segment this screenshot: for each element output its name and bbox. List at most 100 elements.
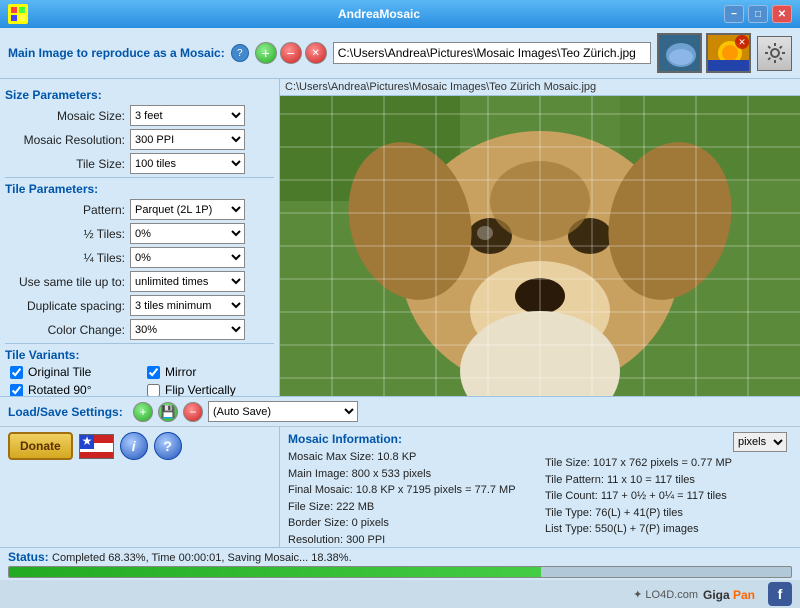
mirror-row: Mirror — [147, 365, 274, 379]
mosaic-image-area — [280, 96, 800, 396]
mosaic-resolution-row: Mosaic Resolution: 300 PPI — [5, 129, 274, 150]
pattern-row: Pattern: Parquet (2L 1P) — [5, 199, 274, 220]
thumbnail-1[interactable] — [657, 33, 702, 73]
close-button[interactable]: ✕ — [772, 5, 792, 23]
mirror-label: Mirror — [165, 365, 196, 379]
flag-button[interactable]: ★ — [79, 434, 114, 459]
info-line-3: Final Mosaic: 10.8 KP x 7195 pixels = 77… — [288, 482, 535, 499]
app-icon — [8, 4, 28, 24]
tile-size-row: Tile Size: 100 tiles — [5, 153, 274, 174]
right-info-line-2: Tile Pattern: 11 x 10 = 117 tiles — [545, 472, 792, 489]
save-settings-button[interactable]: 💾 — [158, 402, 178, 422]
use-same-tile-select[interactable]: unlimited times — [130, 271, 245, 292]
pattern-select[interactable]: Parquet (2L 1P) — [130, 199, 245, 220]
mosaic-path-bar: C:\Users\Andrea\Pictures\Mosaic Images\T… — [280, 79, 800, 96]
use-same-tile-row: Use same tile up to: unlimited times — [5, 271, 274, 292]
mosaic-resolution-label: Mosaic Resolution: — [5, 133, 125, 147]
rotated90-label: Rotated 90° — [28, 383, 92, 396]
separator-1 — [5, 177, 274, 178]
main-container: Main Image to reproduce as a Mosaic: ? +… — [0, 28, 800, 608]
progress-bar-container — [8, 566, 792, 578]
status-bar: Status: Completed 68.33%, Time 00:00:01,… — [0, 547, 800, 580]
status-text: Completed 68.33%, Time 00:00:01, Saving … — [52, 552, 352, 564]
mosaic-size-label: Mosaic Size: — [5, 109, 125, 123]
help-icon[interactable]: ? — [231, 44, 249, 62]
thumbnail-close-overlay[interactable]: ✕ — [735, 35, 749, 49]
info-line-5: Border Size: 0 pixels — [288, 515, 535, 532]
filepath-input[interactable] — [333, 42, 651, 64]
minimize-button[interactable]: − — [724, 5, 744, 23]
tile-size-select[interactable]: 100 tiles — [130, 153, 245, 174]
original-tile-label: Original Tile — [28, 365, 91, 379]
right-info-line-5: List Type: 550(L) + 7(P) images — [545, 521, 792, 538]
quarter-tiles-select[interactable]: 0% — [130, 247, 245, 268]
titlebar: AndreaMosaic − □ ✕ — [0, 0, 800, 28]
rotated90-checkbox[interactable] — [10, 384, 23, 397]
action-buttons-row: Donate ★ i ? — [8, 432, 271, 460]
duplicate-spacing-select[interactable]: 3 tiles minimum — [130, 295, 245, 316]
content-area: Size Parameters: Mosaic Size: 3 feet Mos… — [0, 79, 800, 396]
color-change-select[interactable]: 30% — [130, 319, 245, 340]
tile-size-label: Tile Size: — [5, 157, 125, 171]
info-line-6: Resolution: 300 PPI — [288, 532, 535, 549]
clear-image-button[interactable]: ✕ — [305, 42, 327, 64]
original-tile-checkbox[interactable] — [10, 366, 23, 379]
info-donate-row: Donate ★ i ? — [0, 427, 800, 547]
flip-vertically-checkbox[interactable] — [147, 384, 160, 397]
status-label: Status: — [8, 550, 49, 564]
mosaic-resolution-select[interactable]: 300 PPI — [130, 129, 245, 150]
quarter-tiles-row: ¼ Tiles: 0% — [5, 247, 274, 268]
add-image-button[interactable]: + — [255, 42, 277, 64]
mosaic-info-section: Mosaic Information: Mosaic Max Size: 10.… — [280, 427, 800, 547]
info-button[interactable]: i — [120, 432, 148, 460]
app-title: AndreaMosaic — [34, 7, 724, 21]
maximize-button[interactable]: □ — [748, 5, 768, 23]
thumbnail-container: ✕ — [657, 33, 751, 73]
right-panel: C:\Users\Andrea\Pictures\Mosaic Images\T… — [280, 79, 800, 396]
load-save-row: Load/Save Settings: + 💾 − (Auto Save) — [0, 397, 800, 427]
gigapan-logo: Giga Pan — [703, 584, 763, 604]
half-tiles-row: ½ Tiles: 0% — [5, 223, 274, 244]
color-change-label: Color Change: — [5, 323, 125, 337]
mosaic-size-row: Mosaic Size: 3 feet — [5, 105, 274, 126]
original-tile-row: Original Tile — [10, 365, 137, 379]
right-info-line-1: Tile Size: 1017 x 762 pixels = 0.77 MP — [545, 455, 792, 472]
right-info-line-4: Tile Type: 76(L) + 41(P) tiles — [545, 505, 792, 522]
flip-vertically-label: Flip Vertically — [165, 383, 236, 396]
flip-vertically-row: Flip Vertically — [147, 383, 274, 396]
tile-variants-grid: Original Tile Mirror Rotated 90° Flip Ve… — [10, 365, 274, 396]
svg-text:Giga: Giga — [703, 588, 730, 602]
branding-bar: ✦ LO4D.com Giga Pan f — [0, 580, 800, 608]
tile-params-label: Tile Parameters: — [5, 182, 274, 196]
window-controls: − □ ✕ — [724, 5, 792, 23]
tile-variants-label: Tile Variants: — [5, 348, 274, 362]
half-tiles-label: ½ Tiles: — [5, 227, 125, 241]
thumbnail-2[interactable]: ✕ — [706, 33, 751, 73]
pattern-label: Pattern: — [5, 203, 125, 217]
info-line-2: Main Image: 800 x 533 pixels — [288, 466, 535, 483]
use-same-tile-label: Use same tile up to: — [5, 275, 125, 289]
load-save-label: Load/Save Settings: — [8, 405, 128, 419]
mirror-checkbox[interactable] — [147, 366, 160, 379]
autosave-select[interactable]: (Auto Save) — [208, 401, 358, 422]
bottom-area: Load/Save Settings: + 💾 − (Auto Save) Do… — [0, 396, 800, 608]
mosaic-info-title: Mosaic Information: — [288, 432, 535, 446]
donate-section: Donate ★ i ? — [0, 427, 280, 547]
settings-button[interactable] — [757, 36, 792, 71]
left-panel: Size Parameters: Mosaic Size: 3 feet Mos… — [0, 79, 280, 396]
pixels-dropdown[interactable]: pixels cm inches — [733, 432, 787, 452]
half-tiles-select[interactable]: 0% — [130, 223, 245, 244]
duplicate-spacing-label: Duplicate spacing: — [5, 299, 125, 313]
lo4d-watermark: ✦ LO4D.com — [633, 588, 698, 601]
load-settings-button[interactable]: + — [133, 402, 153, 422]
right-info-line-3: Tile Count: 117 + 0½ + 0¼ = 117 tiles — [545, 488, 792, 505]
facebook-button[interactable]: f — [768, 582, 792, 606]
help-button[interactable]: ? — [154, 432, 182, 460]
remove-image-button[interactable]: − — [280, 42, 302, 64]
delete-settings-button[interactable]: − — [183, 402, 203, 422]
main-image-label: Main Image to reproduce as a Mosaic: — [8, 46, 225, 60]
duplicate-spacing-row: Duplicate spacing: 3 tiles minimum — [5, 295, 274, 316]
mosaic-info-left: Mosaic Information: Mosaic Max Size: 10.… — [288, 432, 535, 542]
donate-button[interactable]: Donate — [8, 432, 73, 460]
mosaic-size-select[interactable]: 3 feet — [130, 105, 245, 126]
